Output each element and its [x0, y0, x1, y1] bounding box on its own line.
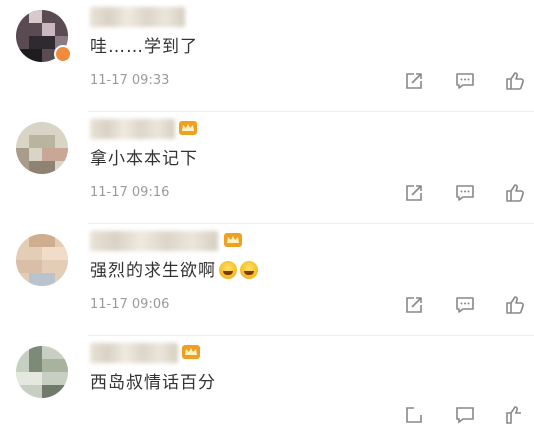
repost-icon[interactable]: [403, 404, 425, 426]
comment-item: 强烈的求生欲啊 11-17 09:06: [0, 224, 534, 341]
username-blurred[interactable]: [90, 7, 185, 27]
comment-item: 西岛叔情话百分: [0, 336, 534, 424]
comment-text: 哇……学到了: [90, 37, 198, 57]
like-icon[interactable]: [504, 70, 526, 92]
member-crown-icon: [223, 230, 243, 248]
comment-text-body: 强烈的求生欲啊: [90, 261, 216, 281]
repost-icon[interactable]: [403, 182, 425, 204]
avatar[interactable]: [16, 234, 68, 286]
laugh-cry-emoji: [219, 261, 237, 279]
like-icon[interactable]: [504, 182, 526, 204]
comment-icon[interactable]: [454, 404, 476, 426]
comment-timestamp: 11-17 09:06: [90, 297, 170, 312]
comment-timestamp: 11-17 09:33: [90, 73, 170, 88]
member-crown-icon: [181, 342, 201, 360]
comment-text: 西岛叔情话百分: [90, 373, 216, 393]
comment-item: 拿小本本记下 11-17 09:16: [0, 112, 534, 229]
comment-item: 哇……学到了 11-17 09:33: [0, 0, 534, 117]
avatar[interactable]: [16, 122, 68, 174]
repost-icon[interactable]: [403, 294, 425, 316]
username-blurred[interactable]: [90, 119, 175, 139]
comment-icon[interactable]: [454, 70, 476, 92]
laugh-cry-emoji: [240, 261, 258, 279]
comment-icon[interactable]: [454, 294, 476, 316]
repost-icon[interactable]: [403, 70, 425, 92]
comment-icon[interactable]: [454, 182, 476, 204]
username-blurred[interactable]: [90, 231, 218, 251]
like-icon[interactable]: [504, 404, 526, 426]
verified-badge: [54, 45, 72, 63]
like-icon[interactable]: [504, 294, 526, 316]
member-crown-icon: [178, 118, 198, 136]
comment-text: 强烈的求生欲啊: [90, 256, 258, 281]
comment-timestamp: 11-17 09:16: [90, 185, 170, 200]
username-blurred[interactable]: [90, 343, 178, 363]
comment-text: 拿小本本记下: [90, 149, 198, 169]
avatar[interactable]: [16, 346, 68, 398]
